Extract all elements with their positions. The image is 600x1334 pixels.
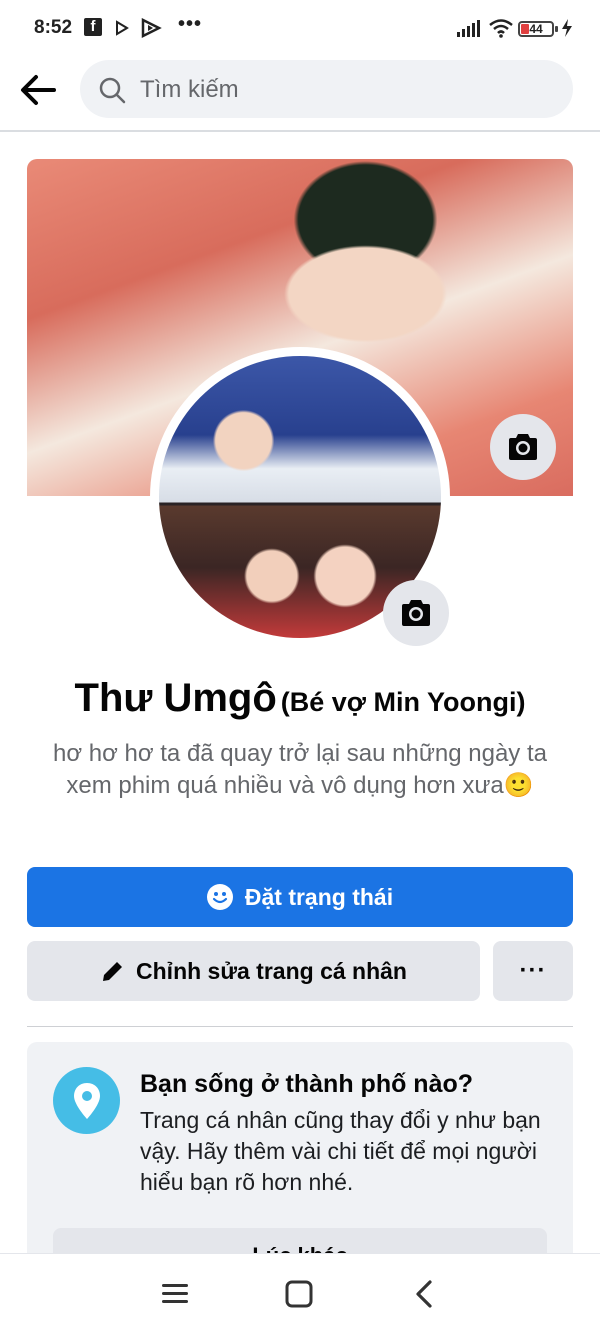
nav-back-button[interactable] [404,1274,444,1314]
smile-icon [206,884,233,910]
signal-icon [456,18,482,38]
status-bar: 8:52 f ••• 44 [0,0,600,56]
battery-level: 44 [529,22,543,36]
arrow-left-icon [21,75,56,105]
search-placeholder: Tìm kiếm [140,76,239,103]
edit-cover-button[interactable] [490,414,556,480]
camera-icon [402,600,430,626]
more-icon: ··· [519,957,547,984]
location-pin-badge [53,1067,120,1134]
profile-name: Thư Umgô [74,676,277,720]
pencil-icon [103,962,123,981]
camera-icon [509,434,537,460]
more-options-button[interactable]: ··· [493,941,573,1001]
facebook-icon: f [84,18,102,36]
card-title: Bạn sống ở thành phố nào? [140,1070,474,1098]
recents-icon [162,1284,188,1303]
battery-icon: 44 [518,21,558,37]
home-button[interactable] [279,1274,319,1314]
search-icon [99,77,126,104]
location-pin-icon [73,1082,100,1119]
back-button[interactable] [18,70,62,110]
profile-alternate-name: (Bé vợ Min Yoongi) [280,687,526,717]
play-store-icon [140,18,162,38]
play-icon [115,18,129,38]
top-bar: Tìm kiếm [0,56,600,132]
card-body: Trang cá nhân cũng thay đổi y như bạn vậ… [140,1107,541,1195]
back-icon [416,1280,432,1308]
set-status-label: Đặt trạng thái [244,883,394,910]
edit-profile-picture-button[interactable] [383,580,449,646]
edit-profile-button[interactable]: Chỉnh sửa trang cá nhân [27,941,480,1001]
status-time: 8:52 [34,17,73,38]
charging-icon [561,18,573,38]
search-input[interactable]: Tìm kiếm [80,60,573,118]
profile-bio: hơ hơ hơ ta đã quay trở lại sau những ng… [53,740,547,799]
recents-button[interactable] [155,1274,195,1314]
wifi-icon [488,18,514,38]
divider [27,1026,573,1027]
profile-name-row: Thư Umgô (Bé vợ Min Yoongi) [0,676,600,721]
set-status-button[interactable]: Đặt trạng thái [27,867,573,927]
system-nav-bar [0,1253,600,1334]
edit-profile-label: Chỉnh sửa trang cá nhân [136,957,407,984]
home-icon [285,1280,313,1308]
more-dots: ••• [178,13,203,35]
